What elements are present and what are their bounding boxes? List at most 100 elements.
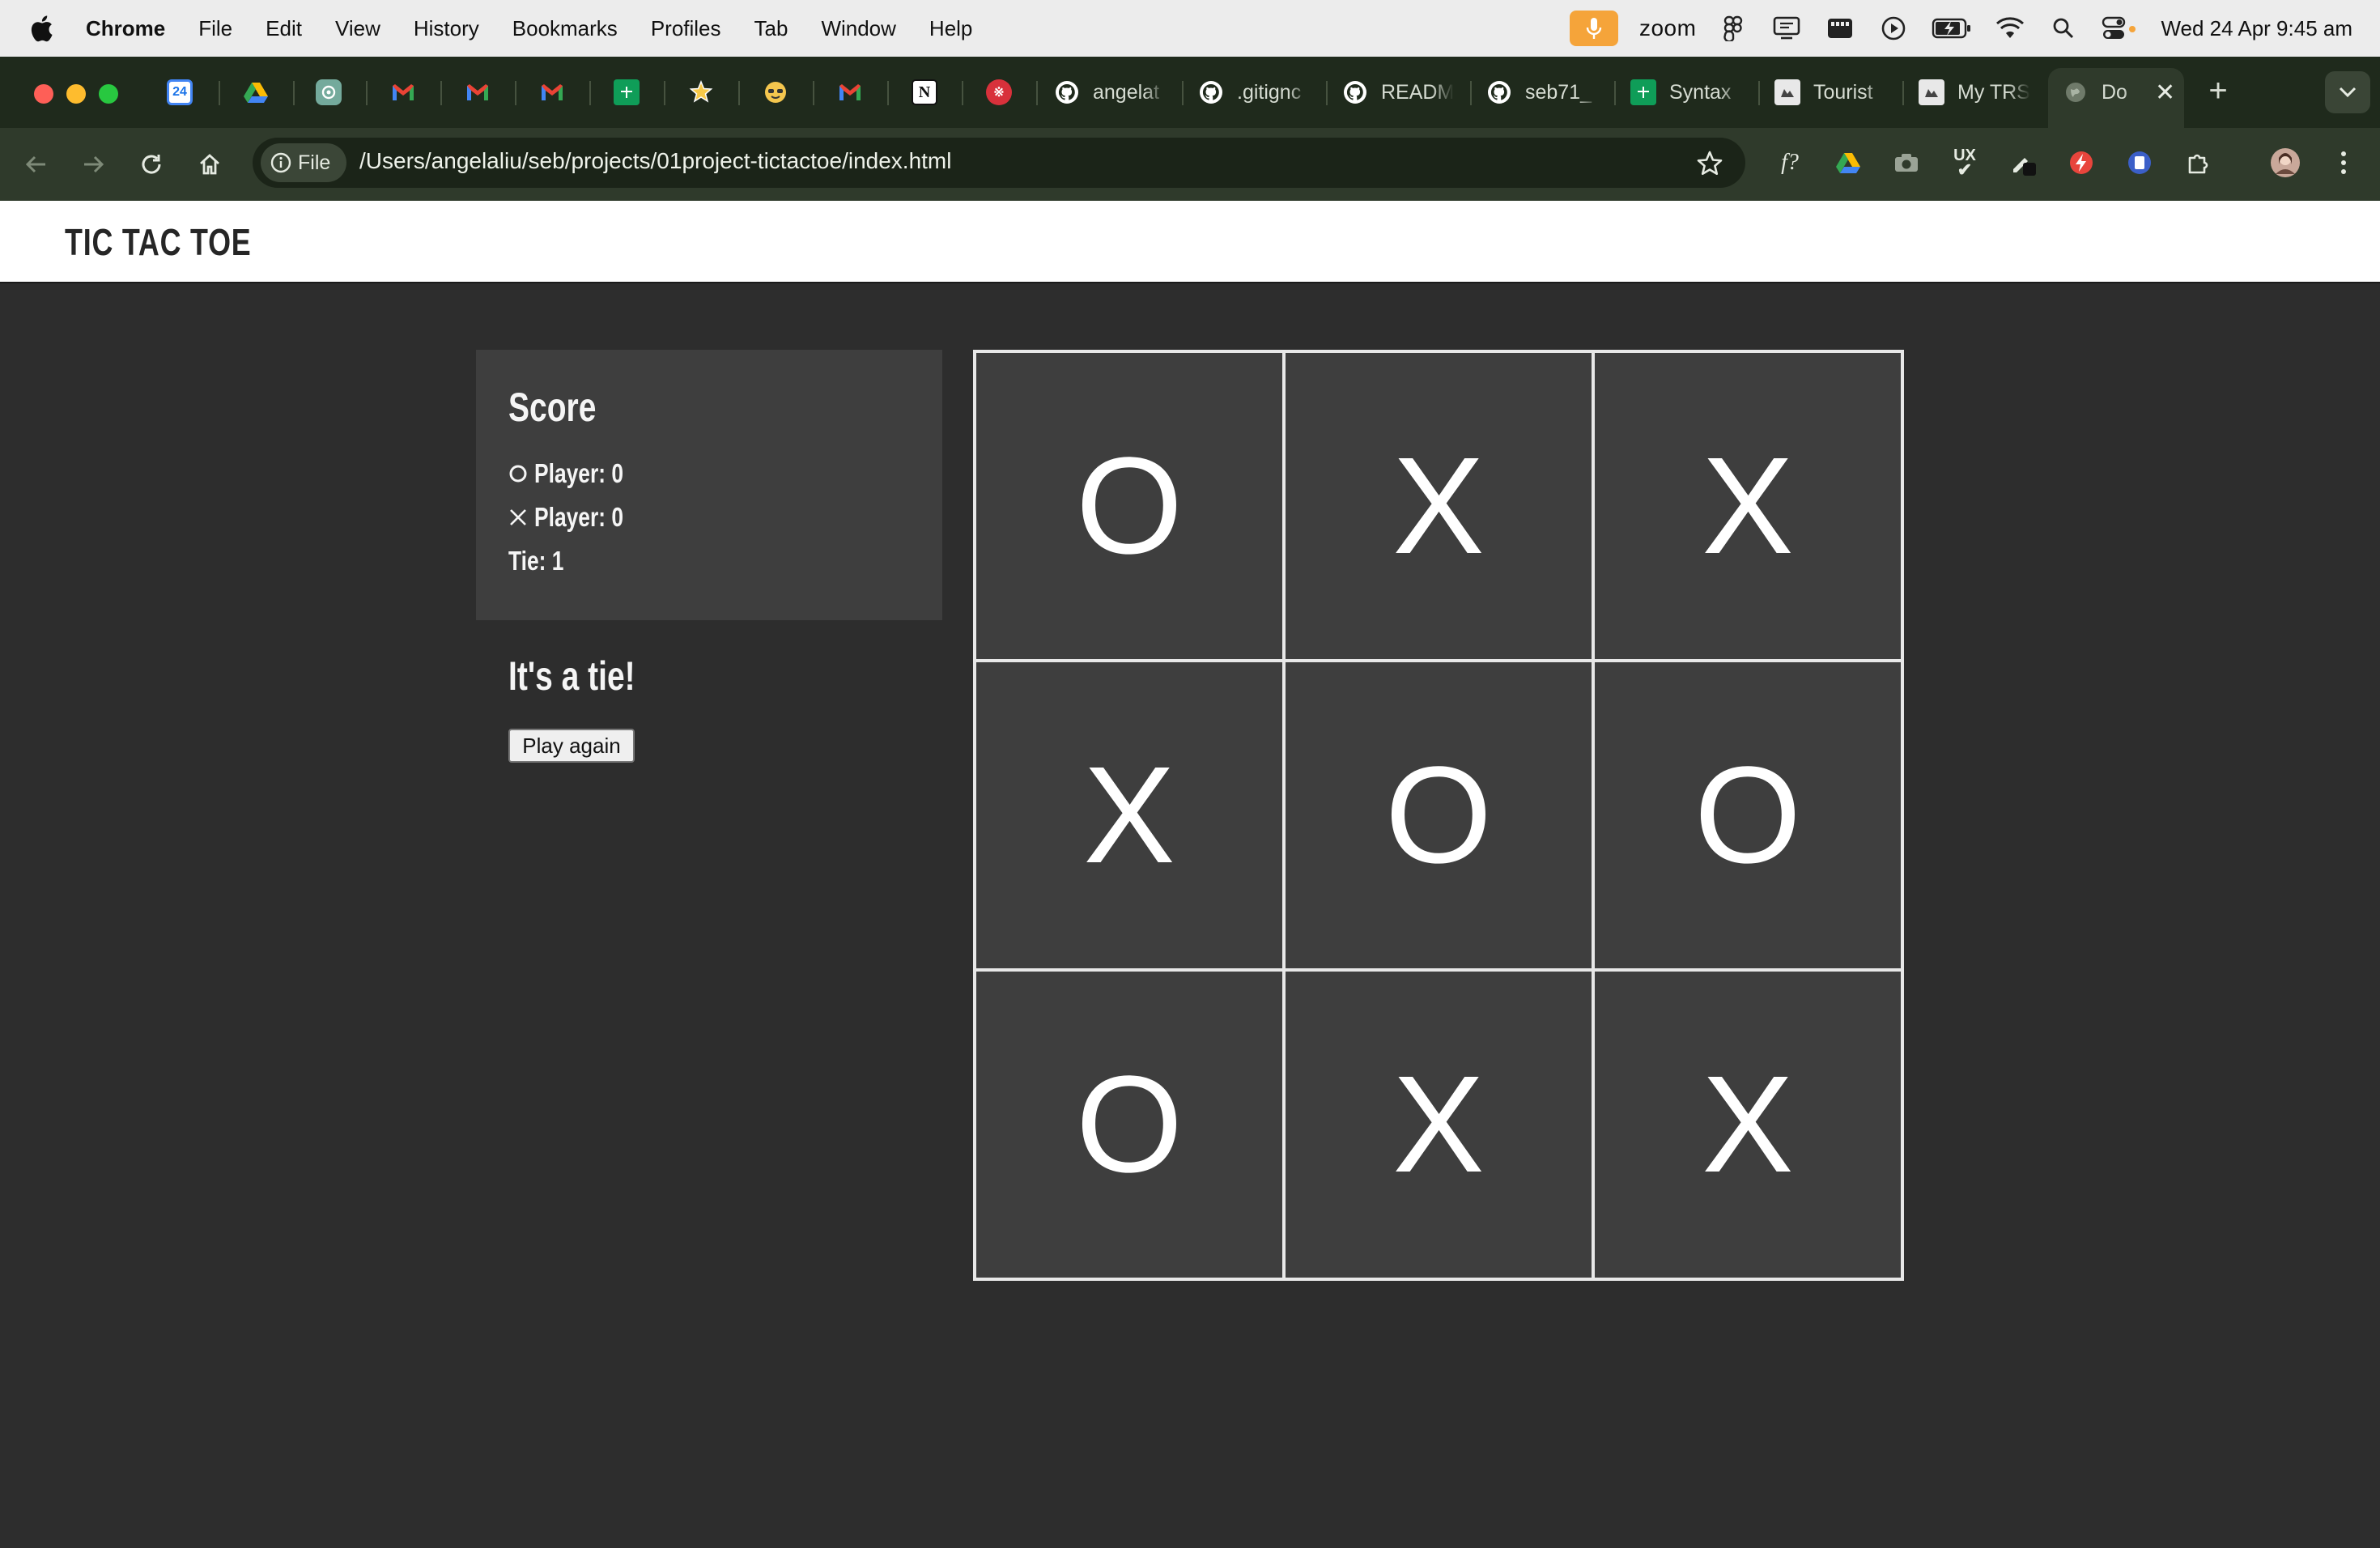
- window-minimize-button[interactable]: [66, 84, 86, 104]
- tab-sheets-syntax[interactable]: Syntax: [1630, 74, 1752, 110]
- tab-red-app[interactable]: ※: [986, 74, 1012, 110]
- drive-extension-icon[interactable]: [1830, 144, 1867, 181]
- red-app-icon: ※: [986, 79, 1012, 105]
- menu-edit[interactable]: Edit: [266, 16, 302, 41]
- tab-my-trs[interactable]: My TRS: [1919, 74, 2040, 110]
- screen-capture-icon[interactable]: [1824, 12, 1856, 45]
- globe-icon: [2063, 79, 2089, 105]
- tie-score: Tie: 1: [508, 546, 578, 576]
- tab-search-button[interactable]: [2325, 71, 2370, 113]
- tab-separator: [1182, 81, 1184, 105]
- game-result-message: It's a tie!: [508, 653, 635, 699]
- new-tab-button[interactable]: +: [2200, 74, 2236, 110]
- tab-gmail[interactable]: [837, 74, 863, 110]
- tab-chatgpt[interactable]: [316, 74, 342, 110]
- tab-separator: [366, 81, 368, 105]
- ux-check-extension-icon[interactable]: UX ✔: [1946, 144, 1983, 181]
- tab-github-seb71[interactable]: seb71_: [1486, 74, 1608, 110]
- profile-avatar[interactable]: [2267, 144, 2304, 181]
- sheets-icon: [614, 79, 640, 105]
- board-cell[interactable]: O: [1593, 661, 1902, 970]
- score-panel: Score Player: 0 Player: 0 Tie: 1: [476, 350, 942, 620]
- tab-gmail[interactable]: [465, 74, 491, 110]
- menu-file[interactable]: File: [198, 16, 232, 41]
- play-circle-icon[interactable]: [1877, 12, 1910, 45]
- docs-extension-icon[interactable]: [2121, 144, 2158, 181]
- gmail-icon: [465, 79, 491, 105]
- board-cell[interactable]: O: [975, 351, 1284, 661]
- tab-tourist[interactable]: Tourist: [1774, 74, 1896, 110]
- menu-bookmarks[interactable]: Bookmarks: [512, 16, 618, 41]
- chrome-menu-icon[interactable]: [2325, 144, 2362, 181]
- display-icon[interactable]: [1770, 12, 1803, 45]
- spotlight-search-icon[interactable]: [2047, 12, 2080, 45]
- score-title: Score: [508, 385, 597, 430]
- site-info-chip[interactable]: File: [261, 143, 346, 182]
- tab-gmail[interactable]: [390, 74, 416, 110]
- tab-github-readme[interactable]: READM: [1342, 74, 1464, 110]
- tab-separator: [1470, 81, 1472, 105]
- home-button[interactable]: [189, 144, 230, 185]
- battery-charging-icon[interactable]: [1931, 12, 1973, 45]
- font-extension-icon[interactable]: f?: [1771, 144, 1808, 181]
- tab-drive[interactable]: [243, 74, 269, 110]
- o-mark-icon: [509, 465, 527, 483]
- menu-help[interactable]: Help: [929, 16, 972, 41]
- forward-button[interactable]: [73, 144, 113, 185]
- play-again-button[interactable]: Play again: [508, 729, 635, 763]
- menu-bar-clock[interactable]: Wed 24 Apr 9:45 am: [2161, 16, 2352, 41]
- tab-sheets[interactable]: [614, 74, 640, 110]
- board-cell[interactable]: O: [1284, 661, 1593, 970]
- tab-gmail[interactable]: [539, 74, 565, 110]
- microphone-icon[interactable]: [1569, 11, 1618, 46]
- menu-profiles[interactable]: Profiles: [651, 16, 721, 41]
- tie-score-label: Tie: 1: [508, 546, 564, 576]
- control-center-icon[interactable]: [2101, 12, 2140, 45]
- wifi-icon[interactable]: [1994, 12, 2026, 45]
- tab-label: READM: [1381, 80, 1454, 104]
- window-close-button[interactable]: [34, 84, 53, 104]
- url-text[interactable]: /Users/angelaliu/seb/projects/01project-…: [359, 148, 951, 174]
- site-info-label: File: [298, 151, 331, 174]
- camera-extension-icon[interactable]: [1888, 144, 1925, 181]
- board-cell[interactable]: X: [1284, 351, 1593, 661]
- tab-separator: [962, 81, 963, 105]
- tab-separator: [887, 81, 889, 105]
- board-cell[interactable]: X: [1593, 351, 1902, 661]
- tab-github-gitignore[interactable]: .gitignc: [1198, 74, 1320, 110]
- notion-icon: N: [912, 79, 937, 105]
- github-icon: [1054, 79, 1080, 105]
- tab-star-badge[interactable]: [688, 74, 714, 110]
- x-player-score-label: Player: 0: [534, 502, 624, 532]
- menu-chrome[interactable]: Chrome: [86, 16, 165, 41]
- menu-window[interactable]: Window: [821, 16, 895, 41]
- lightning-extension-icon[interactable]: [2063, 144, 2100, 181]
- pen-extension-icon[interactable]: [2004, 144, 2042, 181]
- board-cell[interactable]: X: [1284, 970, 1593, 1279]
- close-tab-icon[interactable]: ✕: [2155, 79, 2175, 107]
- menu-tab[interactable]: Tab: [754, 16, 788, 41]
- board-cell[interactable]: X: [975, 661, 1284, 970]
- tab-current-page[interactable]: Do ✕: [2063, 74, 2179, 110]
- apple-logo-icon[interactable]: [29, 14, 62, 43]
- o-player-score: Player: 0: [508, 458, 646, 489]
- tab-emoji[interactable]: [763, 74, 788, 110]
- tab-label: .gitignc: [1237, 80, 1302, 104]
- tab-separator: [515, 81, 516, 105]
- page-header: TIC TAC TOE: [0, 201, 2380, 283]
- bookmark-star-icon[interactable]: [1692, 146, 1728, 181]
- board-cell[interactable]: X: [1593, 970, 1902, 1279]
- zoom-status-item[interactable]: zoom: [1639, 15, 1696, 41]
- menu-history[interactable]: History: [414, 16, 479, 41]
- extensions-puzzle-icon[interactable]: [2179, 144, 2216, 181]
- menu-view[interactable]: View: [335, 16, 380, 41]
- figma-icon[interactable]: [1717, 12, 1749, 45]
- tab-notion[interactable]: N: [912, 74, 937, 110]
- board-cell[interactable]: O: [975, 970, 1284, 1279]
- back-button[interactable]: [16, 144, 57, 185]
- tab-github-angelat[interactable]: angelat: [1054, 74, 1175, 110]
- window-maximize-button[interactable]: [99, 84, 118, 104]
- reload-button[interactable]: [131, 144, 172, 185]
- tab-separator: [219, 81, 220, 105]
- tab-calendar[interactable]: 24: [167, 74, 193, 110]
